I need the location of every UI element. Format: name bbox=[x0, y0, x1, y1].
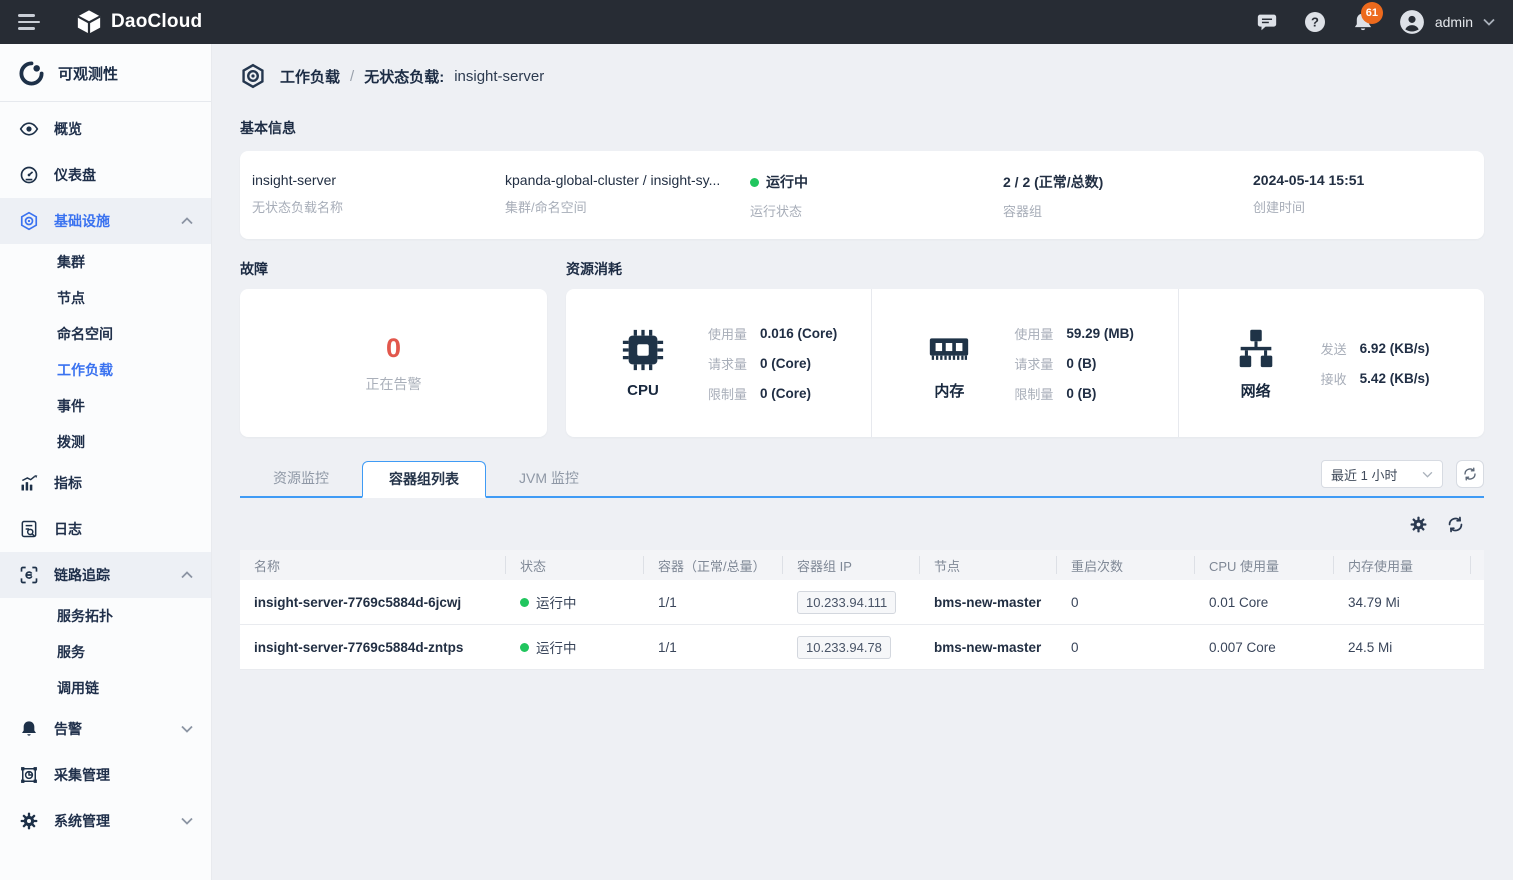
time-range-select[interactable]: 最近 1 小时 bbox=[1321, 460, 1443, 488]
brand-logo[interactable]: DaoCloud bbox=[76, 9, 202, 35]
tab-bar: 资源监控 容器组列表 JVM 监控 最近 1 小时 bbox=[240, 459, 1484, 498]
sidebar-item-dashboard[interactable]: 仪表盘 bbox=[0, 152, 211, 198]
alerting-count: 0 bbox=[386, 333, 401, 364]
sidebar-item-workloads[interactable]: 工作负载 bbox=[0, 352, 211, 388]
table-header: 名称 状态 容器（正常/总量） 容器组 IP 节点 重启次数 CPU 使用量 内… bbox=[240, 550, 1484, 580]
workload-hexagon-icon bbox=[240, 63, 266, 89]
fault-title: 故障 bbox=[240, 259, 547, 279]
product-name: 可观测性 bbox=[58, 63, 118, 84]
table-row[interactable]: insight-server-7769c5884d-6jcwj 运行中 1/1 … bbox=[240, 580, 1484, 625]
chevron-down-icon bbox=[181, 817, 193, 825]
notification-badge: 61 bbox=[1361, 2, 1383, 24]
sidebar-item-call-chain[interactable]: 调用链 bbox=[0, 670, 211, 706]
menu-toggle-icon[interactable] bbox=[18, 14, 40, 30]
table-row[interactable]: insight-server-7769c5884d-zntps 运行中 1/1 … bbox=[240, 625, 1484, 670]
sidebar-item-service-topology[interactable]: 服务拓扑 bbox=[0, 598, 211, 634]
bar-chart-icon bbox=[19, 473, 39, 493]
pod-ip-chip: 10.233.94.111 bbox=[797, 591, 896, 614]
table-settings-gear-icon[interactable] bbox=[1409, 515, 1428, 534]
table-refresh-icon[interactable] bbox=[1446, 515, 1465, 534]
chevron-down-icon bbox=[1483, 18, 1495, 26]
sidebar-item-tracing[interactable]: 链路追踪 bbox=[0, 552, 211, 598]
basic-info-card: insight-server 无状态负载名称 kpanda-global-clu… bbox=[240, 151, 1484, 239]
user-menu[interactable]: admin bbox=[1399, 9, 1495, 35]
notification-bell-icon[interactable]: 61 bbox=[1351, 10, 1375, 34]
sidebar-item-overview[interactable]: 概览 bbox=[0, 106, 211, 152]
sidebar-item-clusters[interactable]: 集群 bbox=[0, 244, 211, 280]
field-workload-name: insight-server 无状态负载名称 bbox=[252, 172, 505, 239]
resources-title: 资源消耗 bbox=[566, 259, 1484, 279]
sidebar-item-metrics[interactable]: 指标 bbox=[0, 460, 211, 506]
cpu-icon bbox=[620, 327, 666, 373]
tab-jvm-monitoring[interactable]: JVM 监控 bbox=[486, 459, 612, 496]
time-refresh-button[interactable] bbox=[1456, 460, 1484, 488]
resource-network: 网络 发送6.92 (KB/s) 接收5.42 (KB/s) bbox=[1178, 289, 1484, 437]
divider bbox=[0, 101, 211, 102]
alerting-label: 正在告警 bbox=[366, 374, 422, 394]
sidebar-item-events[interactable]: 事件 bbox=[0, 388, 211, 424]
fault-card: 0 正在告警 bbox=[240, 289, 547, 437]
breadcrumb-current-name: insight-server bbox=[454, 68, 544, 85]
eye-icon bbox=[19, 119, 39, 139]
chevron-down-icon bbox=[181, 725, 193, 733]
sidebar-item-nodes[interactable]: 节点 bbox=[0, 280, 211, 316]
chevron-down-icon bbox=[1422, 471, 1433, 478]
status-dot bbox=[520, 643, 529, 652]
collector-icon bbox=[19, 765, 39, 785]
sidebar-item-collection-management[interactable]: 采集管理 bbox=[0, 752, 211, 798]
tab-resource-monitoring[interactable]: 资源监控 bbox=[240, 459, 362, 496]
basic-info-title: 基本信息 bbox=[240, 118, 1484, 138]
user-name: admin bbox=[1435, 14, 1473, 30]
daocloud-logo-icon bbox=[76, 9, 102, 35]
chevron-up-icon bbox=[181, 571, 193, 579]
sidebar-item-system-management[interactable]: 系统管理 bbox=[0, 798, 211, 844]
chevron-up-icon bbox=[181, 217, 193, 225]
status-dot bbox=[520, 598, 529, 607]
gauge-icon bbox=[19, 165, 39, 185]
gear-icon bbox=[19, 811, 39, 831]
breadcrumb: 工作负载 / 无状态负载: insight-server bbox=[240, 62, 1484, 90]
breadcrumb-type-label: 无状态负载: bbox=[364, 66, 444, 87]
memory-icon bbox=[924, 325, 974, 371]
field-pods: 2 / 2 (正常/总数) 容器组 bbox=[1003, 172, 1253, 239]
table-toolbar bbox=[240, 498, 1484, 550]
sidebar-item-infrastructure[interactable]: 基础设施 bbox=[0, 198, 211, 244]
sidebar-item-alerts[interactable]: 告警 bbox=[0, 706, 211, 752]
status-dot bbox=[750, 178, 759, 187]
pods-table: 名称 状态 容器（正常/总量） 容器组 IP 节点 重启次数 CPU 使用量 内… bbox=[240, 550, 1484, 670]
sidebar-item-services[interactable]: 服务 bbox=[0, 634, 211, 670]
network-icon bbox=[1233, 325, 1279, 371]
resources-card: CPU 使用量0.016 (Core) 请求量0 (Core) 限制量0 (Co… bbox=[566, 289, 1484, 437]
help-icon[interactable]: ? bbox=[1303, 10, 1327, 34]
sidebar-item-probes[interactable]: 拨测 bbox=[0, 424, 211, 460]
brand-name: DaoCloud bbox=[111, 11, 202, 33]
sidebar: 可观测性 概览 仪表盘 基础设施 集群 节点 命名空间 工作负载 事件 拨测 指… bbox=[0, 44, 212, 880]
resource-cpu: CPU 使用量0.016 (Core) 请求量0 (Core) 限制量0 (Co… bbox=[566, 289, 871, 437]
field-cluster-namespace: kpanda-global-cluster / insight-sy... 集群… bbox=[505, 172, 750, 239]
tab-pod-list[interactable]: 容器组列表 bbox=[362, 461, 486, 498]
sidebar-item-logs[interactable]: 日志 bbox=[0, 506, 211, 552]
resource-memory: 内存 使用量59.29 (MB) 请求量0 (B) 限制量0 (B) bbox=[871, 289, 1177, 437]
breadcrumb-root[interactable]: 工作负载 bbox=[280, 66, 340, 87]
field-created-at: 2024-05-14 15:51 创建时间 bbox=[1253, 172, 1364, 239]
breadcrumb-separator: / bbox=[350, 68, 354, 85]
topbar: DaoCloud ? 61 admin bbox=[0, 0, 1513, 44]
main-content: 工作负载 / 无状态负载: insight-server 基本信息 insigh… bbox=[212, 44, 1513, 880]
hexagon-icon bbox=[19, 211, 39, 231]
product-header[interactable]: 可观测性 bbox=[0, 44, 211, 101]
field-running-status: 运行中 运行状态 bbox=[750, 172, 1003, 239]
pod-ip-chip: 10.233.94.78 bbox=[797, 636, 891, 659]
bell-icon bbox=[19, 719, 39, 739]
trace-icon bbox=[19, 565, 39, 585]
log-search-icon bbox=[19, 519, 39, 539]
svg-text:?: ? bbox=[1311, 15, 1319, 30]
feedback-icon[interactable] bbox=[1255, 10, 1279, 34]
observability-icon bbox=[18, 60, 45, 87]
avatar bbox=[1399, 9, 1425, 35]
sidebar-item-namespaces[interactable]: 命名空间 bbox=[0, 316, 211, 352]
